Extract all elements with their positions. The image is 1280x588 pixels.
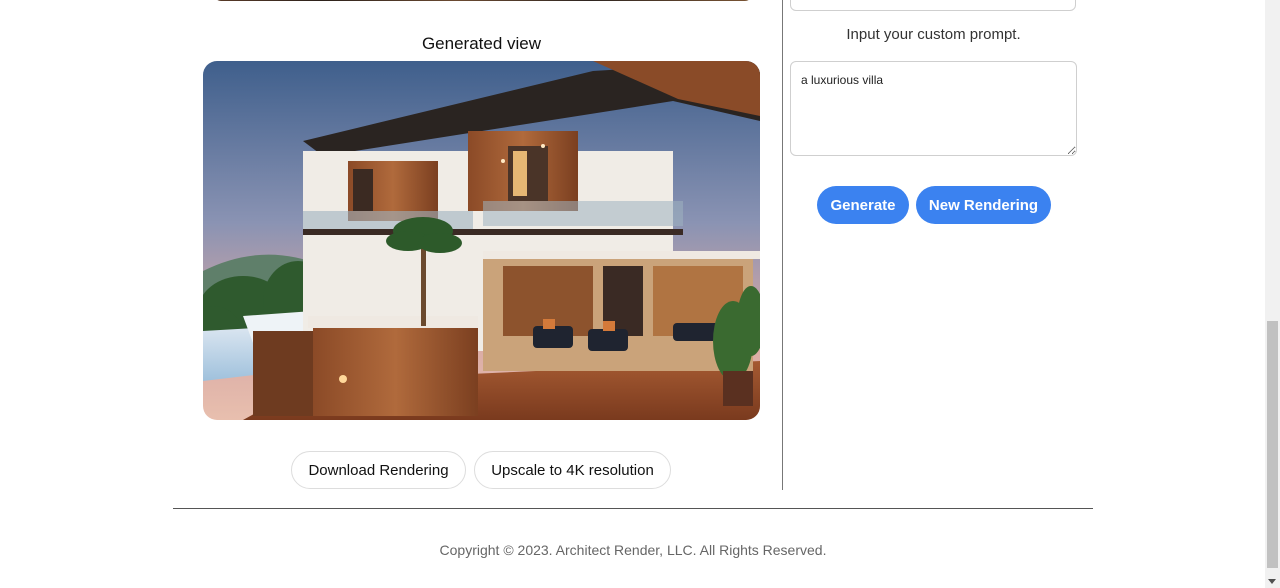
footer-copyright: Copyright © 2023. Architect Render, LLC.…	[439, 542, 827, 558]
upscale-4k-button[interactable]: Upscale to 4K resolution	[474, 451, 671, 489]
custom-prompt-textarea[interactable]: a luxurious villa	[790, 61, 1077, 156]
generated-render-image	[203, 61, 760, 420]
new-rendering-button[interactable]: New Rendering	[916, 186, 1051, 224]
generate-button[interactable]: Generate	[817, 186, 909, 224]
column-divider	[782, 0, 783, 490]
footer-divider	[173, 508, 1093, 509]
previous-input-edge[interactable]	[790, 0, 1076, 11]
previous-image-edge	[214, 0, 752, 1]
generated-view-title: Generated view	[421, 34, 542, 53]
vertical-scrollbar[interactable]	[1265, 0, 1280, 588]
page: Generated view Download Rendering Upscal…	[0, 0, 1280, 588]
scroll-down-arrow-icon[interactable]	[1268, 579, 1276, 584]
custom-prompt-label: Input your custom prompt.	[846, 26, 1021, 43]
villa-render-illustration	[203, 61, 760, 420]
scrollbar-thumb[interactable]	[1267, 321, 1278, 568]
download-rendering-button[interactable]: Download Rendering	[291, 451, 466, 489]
